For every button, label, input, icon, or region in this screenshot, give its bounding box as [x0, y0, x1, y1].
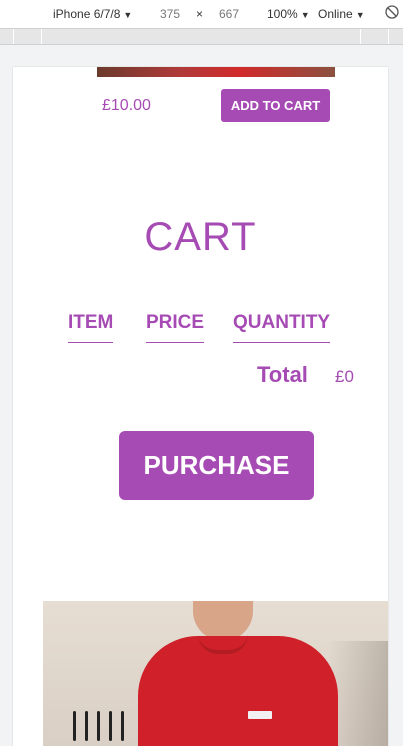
column-price: PRICE	[146, 312, 205, 343]
media-query-ruler	[0, 29, 403, 45]
times-sign: ×	[196, 7, 204, 21]
total-value: £0	[335, 367, 354, 386]
shirt-logo	[248, 711, 272, 719]
clothes-rack	[43, 711, 133, 746]
column-quantity: QUANTITY	[233, 312, 331, 343]
cart-title: CART	[144, 215, 257, 259]
column-item: ITEM	[68, 312, 114, 343]
product-image-top	[97, 67, 335, 77]
rotate-icon[interactable]	[385, 5, 399, 22]
height-input[interactable]: 667	[219, 7, 239, 21]
add-to-cart-button[interactable]: ADD TO CART	[221, 89, 330, 122]
product-image[interactable]	[43, 601, 388, 746]
width-input[interactable]: 375	[160, 7, 180, 21]
purchase-button[interactable]: PURCHASE	[119, 431, 314, 500]
red-tshirt	[138, 636, 338, 746]
total-label: Total	[257, 362, 308, 387]
zoom-select[interactable]: 100% ▼	[267, 7, 310, 21]
device-viewport: £10.00 ADD TO CART CART ITEM PRICE QUANT…	[13, 67, 388, 746]
devtools-toolbar: iPhone 6/7/8 ▼ 375 × 667 100% ▼ Online ▼	[0, 0, 403, 29]
device-select[interactable]: iPhone 6/7/8 ▼	[53, 7, 132, 21]
product-price: £10.00	[102, 97, 151, 114]
network-select[interactable]: Online ▼	[318, 7, 365, 21]
